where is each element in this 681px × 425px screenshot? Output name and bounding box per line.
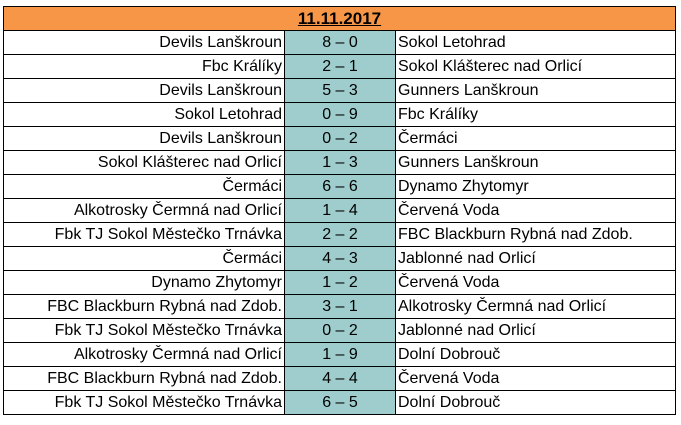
away-team-cell[interactable]: Alkotrosky Čermná nad Orlicí [394,294,677,319]
home-team-cell[interactable]: Devils Lanškroun [3,126,285,151]
away-team-cell[interactable]: Dynamo Zhytomyr [394,174,677,199]
score-cell[interactable]: 2 – 1 [284,54,396,79]
score-cell[interactable]: 3 – 1 [284,294,396,319]
match-row: Čermáci 6 – 6 Dynamo Zhytomyr [3,174,677,199]
home-team-cell[interactable]: Fbk TJ Sokol Městečko Trnávka [3,222,285,247]
home-team-cell[interactable]: Alkotrosky Čermná nad Orlicí [3,342,285,367]
match-row: Devils Lanškroun 5 – 3 Gunners Lanškroun [3,78,677,103]
results-table: 11.11.2017 Devils Lanškroun 8 – 0 Sokol Le… [2,6,677,415]
home-team-cell[interactable]: Fbk TJ Sokol Městečko Trnávka [3,390,285,415]
home-team-cell[interactable]: FBC Blackburn Rybná nad Zdob. [3,294,285,319]
away-team-cell[interactable]: Červená Voda [394,366,677,391]
score-cell[interactable]: 0 – 2 [284,126,396,151]
away-team-cell[interactable]: Dolní Dobrouč [394,342,677,367]
home-team-cell[interactable]: Sokol Klášterec nad Orlicí [3,150,285,175]
score-cell[interactable]: 2 – 2 [284,222,396,247]
score-cell[interactable]: 5 – 3 [284,78,396,103]
home-team-cell[interactable]: Dynamo Zhytomyr [3,270,285,295]
away-team-cell[interactable]: Dolní Dobrouč [394,390,677,415]
away-team-cell[interactable]: FBC Blackburn Rybná nad Zdob. [394,222,677,247]
match-row: FBC Blackburn Rybná nad Zdob. 3 – 1 Alkotr… [3,294,677,319]
away-team-cell[interactable]: Červená Voda [394,270,677,295]
home-team-cell[interactable]: Sokol Letohrad [3,102,285,127]
match-row: Devils Lanškroun 8 – 0 Sokol Letohrad [3,30,677,55]
match-row: Devils Lanškroun 0 – 2 Čermáci [3,126,677,151]
home-team-cell[interactable]: Devils Lanškroun [3,30,285,55]
score-cell[interactable]: 1 – 4 [284,198,396,223]
score-cell[interactable]: 6 – 5 [284,390,396,415]
date-header[interactable]: 11.11.2017 [2,6,677,31]
match-row: Sokol Letohrad 0 – 9 Fbc Králíky [3,102,677,127]
away-team-cell[interactable]: Sokol Klášterec nad Orlicí [394,54,677,79]
away-team-cell[interactable]: Gunners Lanškroun [394,150,677,175]
score-cell[interactable]: 6 – 6 [284,174,396,199]
score-cell[interactable]: 8 – 0 [284,30,396,55]
match-row: Fbc Králíky 2 – 1 Sokol Klášterec nad Orli… [3,54,677,79]
match-row: Čermáci 4 – 3 Jablonné nad Orlicí [3,246,677,271]
score-cell[interactable]: 4 – 3 [284,246,396,271]
match-row: Sokol Klášterec nad Orlicí 1 – 3 Gunners L… [3,150,677,175]
away-team-cell[interactable]: Čermáci [394,126,677,151]
score-cell[interactable]: 1 – 2 [284,270,396,295]
score-cell[interactable]: 1 – 3 [284,150,396,175]
home-team-cell[interactable]: Čermáci [3,174,285,199]
home-team-cell[interactable]: FBC Blackburn Rybná nad Zdob. [3,366,285,391]
match-row: FBC Blackburn Rybná nad Zdob. 4 – 4 Červen… [3,366,677,391]
home-team-cell[interactable]: Alkotrosky Čermná nad Orlicí [3,198,285,223]
match-row: Alkotrosky Čermná nad Orlicí 1 – 9 Dolní D… [3,342,677,367]
header-row: 11.11.2017 [2,6,677,31]
home-team-cell[interactable]: Fbc Králíky [3,54,285,79]
score-cell[interactable]: 4 – 4 [284,366,396,391]
home-team-cell[interactable]: Devils Lanškroun [3,78,285,103]
away-team-cell[interactable]: Jablonné nad Orlicí [394,318,677,343]
away-team-cell[interactable]: Jablonné nad Orlicí [394,246,677,271]
match-row: Alkotrosky Čermná nad Orlicí 1 – 4 Červená… [3,198,677,223]
match-row: Dynamo Zhytomyr 1 – 2 Červená Voda [3,270,677,295]
home-team-cell[interactable]: Fbk TJ Sokol Městečko Trnávka [3,318,285,343]
away-team-cell[interactable]: Gunners Lanškroun [394,78,677,103]
match-row: Fbk TJ Sokol Městečko Trnávka 6 – 5 Dolní … [3,390,677,415]
score-cell[interactable]: 0 – 2 [284,318,396,343]
match-row: Fbk TJ Sokol Městečko Trnávka 0 – 2 Jablon… [3,318,677,343]
match-row: Fbk TJ Sokol Městečko Trnávka 2 – 2 FBC Bl… [3,222,677,247]
score-cell[interactable]: 0 – 9 [284,102,396,127]
home-team-cell[interactable]: Čermáci [3,246,285,271]
away-team-cell[interactable]: Červená Voda [394,198,677,223]
score-cell[interactable]: 1 – 9 [284,342,396,367]
away-team-cell[interactable]: Sokol Letohrad [394,30,677,55]
away-team-cell[interactable]: Fbc Králíky [394,102,677,127]
